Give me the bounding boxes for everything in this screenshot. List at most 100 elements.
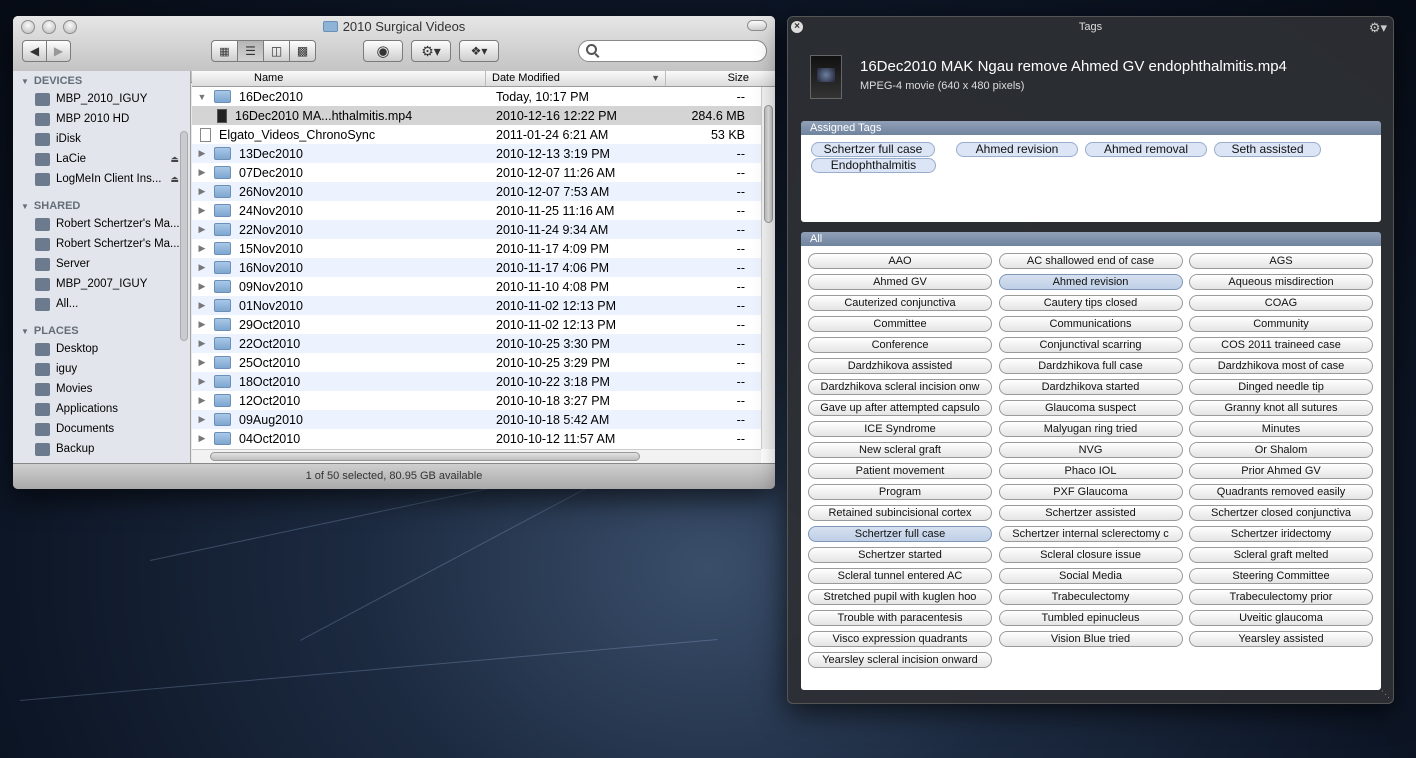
- tag-button[interactable]: Dardzhikova full case: [998, 358, 1183, 374]
- tag-button[interactable]: Glaucoma suspect: [998, 400, 1183, 416]
- disclosure-closed-icon[interactable]: ▶: [195, 224, 209, 235]
- tag-button[interactable]: Program: [808, 484, 992, 500]
- tag-button[interactable]: Retained subincisional cortex: [808, 505, 992, 521]
- tag-button[interactable]: Malyugan ring tried: [998, 421, 1183, 437]
- table-row[interactable]: ▶ 12Oct2010 2010-10-18 3:27 PM --: [192, 391, 775, 410]
- disclosure-closed-icon[interactable]: ▶: [195, 281, 209, 292]
- gear-icon[interactable]: ⚙▾: [1369, 18, 1387, 38]
- sidebar-item[interactable]: Server: [35, 255, 185, 273]
- tag-button[interactable]: Schertzer started: [808, 547, 992, 563]
- vertical-scroll-thumb[interactable]: [764, 105, 773, 223]
- tag-button[interactable]: Trabeculectomy: [998, 589, 1183, 605]
- sidebar-header-shared[interactable]: SHARED: [21, 200, 80, 212]
- tag-button[interactable]: Ahmed GV: [808, 274, 992, 290]
- tag-button[interactable]: Minutes: [1189, 421, 1373, 437]
- column-header-name[interactable]: Name: [192, 71, 486, 86]
- tag-button[interactable]: Dardzhikova most of case: [1189, 358, 1373, 374]
- disclosure-closed-icon[interactable]: ▶: [195, 319, 209, 330]
- tag-button[interactable]: Scleral closure issue: [998, 547, 1183, 563]
- assigned-tag[interactable]: Schertzer full case: [811, 142, 935, 157]
- tag-button[interactable]: Visco expression quadrants: [808, 631, 992, 647]
- tag-button[interactable]: Conference: [808, 337, 992, 353]
- tag-button[interactable]: Schertzer iridectomy: [1189, 526, 1373, 542]
- disclosure-closed-icon[interactable]: ▶: [195, 376, 209, 387]
- table-row[interactable]: ▶ 25Oct2010 2010-10-25 3:29 PM --: [192, 353, 775, 372]
- tag-button[interactable]: Committee: [808, 316, 992, 332]
- table-row[interactable]: ▶ 09Nov2010 2010-11-10 4:08 PM --: [192, 277, 775, 296]
- tag-button[interactable]: Dardzhikova scleral incision onw: [808, 379, 992, 395]
- tag-button[interactable]: Trabeculectomy prior: [1189, 589, 1373, 605]
- tag-button[interactable]: Schertzer full case: [808, 526, 992, 542]
- sidebar-item[interactable]: iguy: [35, 360, 185, 378]
- table-row[interactable]: ▶ 13Dec2010 2010-12-13 3:19 PM --: [192, 144, 775, 163]
- tag-button[interactable]: Yearsley assisted: [1189, 631, 1373, 647]
- toolbar-toggle-button[interactable]: [747, 20, 767, 31]
- table-row[interactable]: ▶ 29Oct2010 2010-11-02 12:13 PM --: [192, 315, 775, 334]
- table-row[interactable]: ▶ 07Dec2010 2010-12-07 11:26 AM --: [192, 163, 775, 182]
- horizontal-scroll-thumb[interactable]: [210, 452, 640, 461]
- table-row[interactable]: 16Dec2010 MA...hthalmitis.mp4 2010-12-16 …: [192, 106, 775, 125]
- table-row[interactable]: ▶ 16Nov2010 2010-11-17 4:06 PM --: [192, 258, 775, 277]
- sidebar-item[interactable]: MBP 2010 HD: [35, 110, 185, 128]
- eject-icon[interactable]: ⏏: [170, 174, 179, 185]
- list-view-button[interactable]: ☰: [237, 40, 264, 62]
- column-header-size[interactable]: Size: [666, 71, 761, 86]
- sidebar-item[interactable]: iDisk: [35, 130, 185, 148]
- sidebar-item[interactable]: All...: [35, 295, 185, 313]
- disclosure-closed-icon[interactable]: ▶: [195, 186, 209, 197]
- tag-button[interactable]: Scleral graft melted: [1189, 547, 1373, 563]
- assigned-tag[interactable]: Endophthalmitis: [811, 158, 936, 173]
- disclosure-closed-icon[interactable]: ▶: [195, 243, 209, 254]
- tag-button[interactable]: Trouble with paracentesis: [808, 610, 992, 626]
- search-input[interactable]: [578, 40, 767, 62]
- tag-button[interactable]: Dardzhikova started: [998, 379, 1183, 395]
- table-row[interactable]: ▼ 16Dec2010 Today, 10:17 PM --: [192, 87, 775, 106]
- disclosure-closed-icon[interactable]: ▶: [195, 338, 209, 349]
- tag-button[interactable]: Quadrants removed easily: [1189, 484, 1373, 500]
- tag-button[interactable]: Social Media: [998, 568, 1183, 584]
- dropbox-menu-button[interactable]: ❖▾: [459, 40, 499, 62]
- assigned-tag[interactable]: Seth assisted: [1214, 142, 1321, 157]
- eject-icon[interactable]: ⏏: [170, 154, 179, 165]
- tag-button[interactable]: ICE Syndrome: [808, 421, 992, 437]
- tag-button[interactable]: COS 2011 traineed case: [1189, 337, 1373, 353]
- column-header-date[interactable]: Date Modified ▼: [486, 71, 666, 86]
- tag-button[interactable]: Ahmed revision: [998, 274, 1183, 290]
- tag-button[interactable]: Prior Ahmed GV: [1189, 463, 1373, 479]
- table-row[interactable]: ▶ 24Nov2010 2010-11-25 11:16 AM --: [192, 201, 775, 220]
- tag-button[interactable]: COAG: [1189, 295, 1373, 311]
- forward-button[interactable]: ▶: [46, 40, 71, 62]
- column-view-button[interactable]: ◫: [263, 40, 290, 62]
- sidebar-item[interactable]: Applications: [35, 400, 185, 418]
- sidebar-scrollbar[interactable]: [180, 131, 188, 341]
- tag-button[interactable]: Granny knot all sutures: [1189, 400, 1373, 416]
- tag-button[interactable]: Aqueous misdirection: [1189, 274, 1373, 290]
- tag-button[interactable]: Steering Committee: [1189, 568, 1373, 584]
- sidebar-item[interactable]: MBP_2007_IGUY: [35, 275, 185, 293]
- vertical-scrollbar[interactable]: [761, 87, 775, 449]
- assigned-tag[interactable]: Ahmed revision: [956, 142, 1078, 157]
- sidebar-item[interactable]: MBP_2010_IGUY: [35, 90, 185, 108]
- tag-button[interactable]: NVG: [998, 442, 1183, 458]
- table-row[interactable]: ▶ 01Nov2010 2010-11-02 12:13 PM --: [192, 296, 775, 315]
- table-row[interactable]: ▶ 18Oct2010 2010-10-22 3:18 PM --: [192, 372, 775, 391]
- tag-button[interactable]: Conjunctival scarring: [998, 337, 1183, 353]
- table-row[interactable]: ▶ 09Aug2010 2010-10-18 5:42 AM --: [192, 410, 775, 429]
- tag-button[interactable]: Scleral tunnel entered AC: [808, 568, 992, 584]
- tag-button[interactable]: Phaco IOL: [998, 463, 1183, 479]
- icon-view-button[interactable]: ▦: [211, 40, 238, 62]
- tag-button[interactable]: Dinged needle tip: [1189, 379, 1373, 395]
- disclosure-closed-icon[interactable]: ▶: [195, 148, 209, 159]
- disclosure-closed-icon[interactable]: ▶: [195, 414, 209, 425]
- tag-button[interactable]: Or Shalom: [1189, 442, 1373, 458]
- table-row[interactable]: ▶ 15Nov2010 2010-11-17 4:09 PM --: [192, 239, 775, 258]
- disclosure-open-icon[interactable]: ▼: [195, 92, 209, 102]
- sidebar-item[interactable]: Movies: [35, 380, 185, 398]
- tag-button[interactable]: New scleral graft: [808, 442, 992, 458]
- tag-button[interactable]: Yearsley scleral incision onward: [808, 652, 992, 668]
- tag-button[interactable]: Cautery tips closed: [998, 295, 1183, 311]
- tag-button[interactable]: Cauterized conjunctiva: [808, 295, 992, 311]
- tag-button[interactable]: AC shallowed end of case: [998, 253, 1183, 269]
- tag-button[interactable]: PXF Glaucoma: [998, 484, 1183, 500]
- table-row[interactable]: Elgato_Videos_ChronoSync 2011-01-24 6:21 …: [192, 125, 775, 144]
